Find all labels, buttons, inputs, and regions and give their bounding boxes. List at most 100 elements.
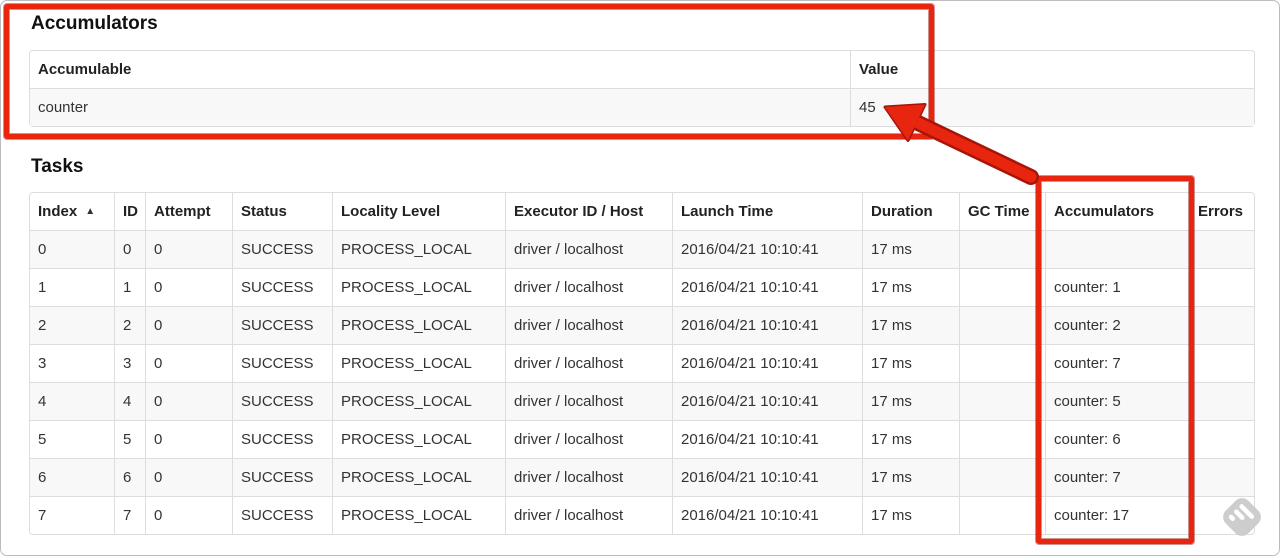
cell-gc-time <box>959 458 1045 496</box>
tasks-table-head: Index ▲ ID Attempt Status Locality Level Execu… <box>30 193 1254 230</box>
cell-index: 0 <box>30 230 114 268</box>
tasks-heading: Tasks <box>31 156 84 177</box>
tasks-table: Index ▲ ID Attempt Status Locality Level Execu… <box>29 192 1255 535</box>
cell-errors <box>1189 382 1254 420</box>
table-row: 7 7 0 SUCCESS PROCESS_LOCAL driver / localhos… <box>30 496 1254 534</box>
column-header-label: Locality Level <box>341 203 441 220</box>
column-header-label: Accumulable <box>38 61 132 78</box>
column-header-gc-time[interactable]: GC Time <box>959 193 1045 230</box>
column-header-label: Launch Time <box>681 203 774 220</box>
cell-accumulators: counter: 6 <box>1045 420 1189 458</box>
cell-errors <box>1189 306 1254 344</box>
column-header-label: Attempt <box>154 203 211 220</box>
cell-executor-id-host: driver / localhost <box>505 458 672 496</box>
cell-status: SUCCESS <box>232 382 332 420</box>
cell-id: 4 <box>114 382 145 420</box>
column-header-attempt[interactable]: Attempt <box>145 193 232 230</box>
cell-attempt: 0 <box>145 344 232 382</box>
cell-gc-time <box>959 496 1045 534</box>
spark-ui-stage-page: Accumulators Accumulable Value counter 45 … <box>0 0 1280 556</box>
column-header-label: GC Time <box>968 203 1030 220</box>
cell-locality-level: PROCESS_LOCAL <box>332 458 505 496</box>
cell-accumulators: counter: 1 <box>1045 268 1189 306</box>
table-row: 4 4 0 SUCCESS PROCESS_LOCAL driver / localhos… <box>30 382 1254 420</box>
cell-locality-level: PROCESS_LOCAL <box>332 268 505 306</box>
cell-launch-time: 2016/04/21 10:10:41 <box>672 458 862 496</box>
cell-attempt: 0 <box>145 306 232 344</box>
table-row: counter 45 <box>30 88 1254 126</box>
cell-accumulators: counter: 5 <box>1045 382 1189 420</box>
column-header-label: Duration <box>871 203 933 220</box>
column-header-label: Index <box>38 203 78 220</box>
cell-status: SUCCESS <box>232 496 332 534</box>
table-row: 1 1 0 SUCCESS PROCESS_LOCAL driver / localhos… <box>30 268 1254 306</box>
cell-id: 0 <box>114 230 145 268</box>
cell-id: 2 <box>114 306 145 344</box>
cell-id: 1 <box>114 268 145 306</box>
cell-launch-time: 2016/04/21 10:10:41 <box>672 344 862 382</box>
column-header-label: Value <box>859 61 899 78</box>
column-header-executor-id-host[interactable]: Executor ID / Host <box>505 193 672 230</box>
cell-gc-time <box>959 230 1045 268</box>
column-header-label: ID <box>123 203 138 220</box>
accumulators-table: Accumulable Value counter 45 <box>29 50 1255 127</box>
cell-executor-id-host: driver / localhost <box>505 382 672 420</box>
column-header-status[interactable]: Status <box>232 193 332 230</box>
cell-attempt: 0 <box>145 268 232 306</box>
column-header-label: Errors <box>1198 203 1244 220</box>
cell-status: SUCCESS <box>232 268 332 306</box>
cell-attempt: 0 <box>145 382 232 420</box>
cell-status: SUCCESS <box>232 230 332 268</box>
cell-errors <box>1189 268 1254 306</box>
cell-status: SUCCESS <box>232 306 332 344</box>
cell-locality-level: PROCESS_LOCAL <box>332 344 505 382</box>
cell-status: SUCCESS <box>232 344 332 382</box>
cell-executor-id-host: driver / localhost <box>505 496 672 534</box>
column-header-duration[interactable]: Duration <box>862 193 959 230</box>
page-content: Accumulators Accumulable Value counter 45 … <box>1 1 1279 535</box>
tasks-table-body: 0 0 0 SUCCESS PROCESS_LOCAL driver / localhos… <box>30 230 1254 534</box>
cell-accumulators: counter: 2 <box>1045 306 1189 344</box>
cell-duration: 17 ms <box>862 458 959 496</box>
cell-executor-id-host: driver / localhost <box>505 230 672 268</box>
cell-locality-level: PROCESS_LOCAL <box>332 496 505 534</box>
accumulators-heading: Accumulators <box>31 13 158 34</box>
accumulators-table-head: Accumulable Value <box>30 51 1254 88</box>
cell-duration: 17 ms <box>862 306 959 344</box>
cell-errors <box>1189 420 1254 458</box>
cell-attempt: 0 <box>145 420 232 458</box>
cell-launch-time: 2016/04/21 10:10:41 <box>672 306 862 344</box>
column-header-locality-level[interactable]: Locality Level <box>332 193 505 230</box>
cell-launch-time: 2016/04/21 10:10:41 <box>672 268 862 306</box>
cell-index: 6 <box>30 458 114 496</box>
cell-index: 7 <box>30 496 114 534</box>
column-header-label: Accumulators <box>1054 203 1155 220</box>
column-header-accumulators[interactable]: Accumulators <box>1045 193 1189 230</box>
cell-status: SUCCESS <box>232 458 332 496</box>
cell-gc-time <box>959 306 1045 344</box>
cell-accumulators <box>1045 230 1189 268</box>
cell-id: 3 <box>114 344 145 382</box>
tasks-header-row: Index ▲ ID Attempt Status Locality Level Execu… <box>30 193 1254 230</box>
column-header-errors[interactable]: Errors <box>1189 193 1254 230</box>
cell-index: 2 <box>30 306 114 344</box>
column-header-value: Value <box>850 51 1254 88</box>
cell-gc-time <box>959 268 1045 306</box>
cell-gc-time <box>959 344 1045 382</box>
column-header-id[interactable]: ID <box>114 193 145 230</box>
cell-accumulators: counter: 17 <box>1045 496 1189 534</box>
cell-executor-id-host: driver / localhost <box>505 344 672 382</box>
cell-errors <box>1189 230 1254 268</box>
cell-errors <box>1189 458 1254 496</box>
column-header-accumulable: Accumulable <box>30 51 850 88</box>
column-header-index[interactable]: Index ▲ <box>30 193 114 230</box>
cell-errors <box>1189 496 1254 534</box>
column-header-launch-time[interactable]: Launch Time <box>672 193 862 230</box>
column-header-label: Status <box>241 203 287 220</box>
cell-value: 45 <box>850 88 1254 126</box>
cell-duration: 17 ms <box>862 344 959 382</box>
table-row: 5 5 0 SUCCESS PROCESS_LOCAL driver / localhos… <box>30 420 1254 458</box>
cell-index: 4 <box>30 382 114 420</box>
cell-launch-time: 2016/04/21 10:10:41 <box>672 230 862 268</box>
cell-locality-level: PROCESS_LOCAL <box>332 306 505 344</box>
